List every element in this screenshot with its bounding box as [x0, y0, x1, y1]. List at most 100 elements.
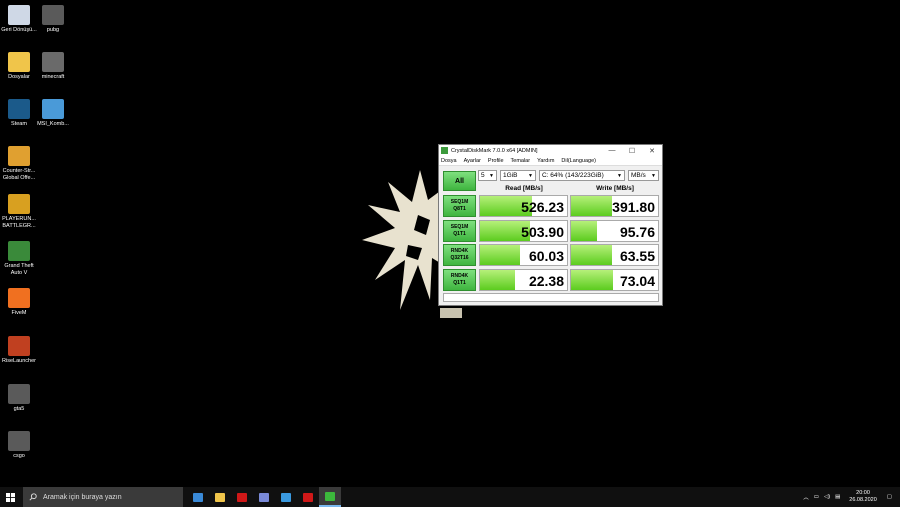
test-queue: Q32T16 [450, 255, 469, 261]
test-button[interactable]: SEQ1M Q8T1 [443, 195, 476, 217]
search-icon [29, 493, 37, 501]
desktop-icon-label: FiveM [11, 310, 27, 316]
app-icon [42, 5, 64, 25]
volume-icon[interactable]: ◁) [824, 494, 830, 500]
menu-temalar[interactable]: Temalar [511, 158, 531, 164]
mail-icon [281, 492, 291, 502]
search-box[interactable]: Aramak için buraya yazın [23, 487, 183, 507]
taskbar-app-crystaldiskmark[interactable] [319, 487, 341, 507]
desktop-icon[interactable]: MSI_Komb... [34, 99, 72, 128]
app-icon [8, 336, 30, 356]
maximize-button[interactable]: ☐ [622, 147, 642, 155]
explorer-icon [215, 492, 225, 502]
size-value: 1GiB [503, 172, 518, 179]
desktop-icon[interactable]: RiseLauncher [0, 336, 38, 365]
benchmark-row: SEQ1M Q8T1 526.23 391.80 [443, 195, 659, 217]
desktop-icon-label: RiseLauncher [2, 358, 36, 364]
count-select[interactable]: 5 ▼ [478, 170, 497, 181]
keyboard-icon[interactable]: ▤ [835, 494, 840, 500]
app-icon [42, 52, 64, 72]
count-value: 5 [481, 172, 485, 179]
test-button[interactable]: RND4K Q1T1 [443, 268, 476, 291]
crystaldiskmark-icon [325, 491, 335, 501]
unit-select[interactable]: MB/s ▼ [628, 170, 659, 181]
test-name: SEQ1M [450, 223, 469, 230]
test-queue: Q1T1 [453, 279, 466, 286]
size-select[interactable]: 1GiB ▼ [500, 170, 536, 181]
app-icon [8, 194, 30, 214]
write-result: 95.76 [570, 219, 659, 242]
desktop-icon[interactable]: FiveM [0, 288, 38, 317]
write-result: 73.04 [570, 268, 659, 291]
test-name: RND4K [450, 248, 469, 254]
desktop-icon-label: Steam [11, 121, 27, 127]
menu-dosya[interactable]: Dosya [441, 158, 457, 164]
desktop-icon-label: Dosyalar [8, 74, 30, 80]
taskbar-app-edge[interactable] [187, 487, 209, 507]
emblem-base [440, 308, 462, 318]
taskbar-app-opera[interactable] [297, 487, 319, 507]
test-button[interactable]: SEQ1M Q1T1 [443, 219, 476, 242]
test-queue: Q8T1 [453, 206, 466, 212]
taskbar-app-mail[interactable] [275, 487, 297, 507]
comment-field[interactable] [443, 293, 659, 302]
app-icon [8, 384, 30, 404]
test-name: SEQ1M [450, 199, 469, 205]
desktop-icon-label: Geri Dönüşü... [1, 27, 37, 33]
clock[interactable]: 20:00 26.08.2020 [849, 490, 877, 504]
chevron-up-icon[interactable]: ︿ [803, 493, 809, 501]
desktop-icon[interactable]: Steam [0, 99, 38, 128]
network-icon[interactable]: ▭ [814, 494, 819, 500]
menu-bar: Dosya Ayarlar Profile Temalar Yardım Dil… [439, 156, 662, 166]
menu-profile[interactable]: Profile [488, 158, 504, 164]
taskbar-app-netflix[interactable] [231, 487, 253, 507]
read-value: 503.90 [521, 223, 564, 240]
title-bar[interactable]: CrystalDiskMark 7.0.0 x64 [ADMIN] — ☐ ✕ [439, 145, 662, 156]
all-button[interactable]: All [443, 171, 476, 191]
desktop-icon-label: minecraft [41, 74, 65, 80]
start-button[interactable] [0, 487, 20, 507]
read-result: 526.23 [479, 195, 568, 217]
chevron-down-icon: ▼ [617, 172, 622, 179]
desktop-icon[interactable]: PLAYERUN... BATTLEGR... [0, 194, 38, 229]
read-value: 526.23 [521, 199, 564, 215]
desktop-icon[interactable]: Geri Dönüşü... [0, 5, 38, 34]
write-result: 63.55 [570, 244, 659, 266]
netflix-icon [237, 492, 247, 502]
read-result: 503.90 [479, 219, 568, 242]
menu-ayarlar[interactable]: Ayarlar [464, 158, 481, 164]
discord-icon [259, 492, 269, 502]
drive-select[interactable]: C: 64% (143/223GiB) ▼ [539, 170, 625, 181]
menu-yardim[interactable]: Yardım [537, 158, 554, 164]
desktop-icon[interactable]: csgo [0, 431, 38, 460]
desktop-icon[interactable]: gta5 [0, 384, 38, 413]
read-bar [480, 245, 521, 265]
desktop-icon-label: Counter-Str... Global Offe... [2, 168, 36, 181]
crystaldiskmark-window[interactable]: CrystalDiskMark 7.0.0 x64 [ADMIN] — ☐ ✕ … [438, 144, 663, 306]
app-icon [8, 5, 30, 25]
desktop-icon[interactable]: minecraft [34, 52, 72, 81]
close-button[interactable]: ✕ [642, 147, 662, 155]
read-result: 22.38 [479, 268, 568, 291]
desktop-icon[interactable]: Grand Theft Auto V [0, 241, 38, 276]
taskbar-app-explorer[interactable] [209, 487, 231, 507]
app-icon [8, 431, 30, 451]
desktop-icon-label: csgo [13, 453, 25, 459]
desktop-icon[interactable]: Dosyalar [0, 52, 38, 81]
desktop-icon[interactable]: pubg [34, 5, 72, 34]
menu-language[interactable]: Dil(Language) [561, 158, 596, 164]
test-queue: Q1T1 [453, 230, 466, 237]
system-tray: ︿ ▭ ◁) ▤ 20:00 26.08.2020 ▢ [803, 487, 900, 507]
app-icon [8, 99, 30, 119]
write-bar [571, 196, 612, 216]
taskbar: Aramak için buraya yazın ︿ ▭ ◁) ▤ 20:00 … [0, 487, 900, 507]
notification-icon[interactable]: ▢ [887, 494, 892, 500]
benchmark-row: RND4K Q1T1 22.38 73.04 [443, 268, 659, 291]
taskbar-app-discord[interactable] [253, 487, 275, 507]
read-value: 60.03 [528, 248, 564, 264]
desktop-icon-label: pubg [46, 27, 60, 33]
drive-value: C: 64% (143/223GiB) [542, 172, 604, 179]
desktop-icon[interactable]: Counter-Str... Global Offe... [0, 146, 38, 181]
test-button[interactable]: RND4K Q32T16 [443, 244, 476, 266]
minimize-button[interactable]: — [602, 147, 622, 154]
